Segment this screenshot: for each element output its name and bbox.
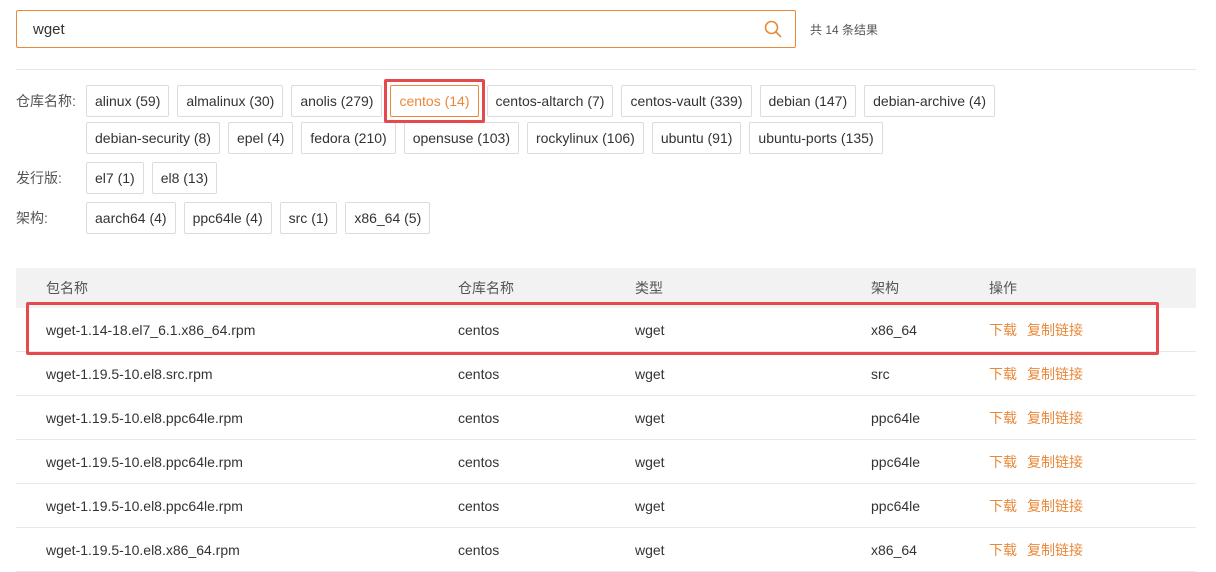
cell-actions: 下载 复制链接 [989, 452, 1196, 472]
download-link[interactable]: 下载 [989, 364, 1017, 384]
cell-arch: x86_64 [871, 541, 917, 558]
copy-link[interactable]: 复制链接 [1027, 320, 1083, 340]
download-link[interactable]: 下载 [989, 452, 1017, 472]
cell-package-name: wget-1.19.5-10.el8.x86_64.rpm [46, 541, 240, 558]
filter-chip-repo[interactable]: debian-archive (4) [864, 85, 995, 117]
arch-chips: aarch64 (4) ppc64le (4) src (1) x86_64 (5) [86, 202, 1086, 234]
filter-chip-repo[interactable]: fedora (210) [301, 122, 396, 154]
cell-actions: 下载 复制链接 [989, 320, 1196, 340]
package-table: 包名称 仓库名称 类型 架构 操作 wget-1.14-18.el7_6.1.x… [16, 268, 1196, 572]
search-input[interactable] [31, 19, 763, 39]
cell-package-name: wget-1.19.5-10.el8.ppc64le.rpm [46, 497, 243, 514]
table-row: wget-1.19.5-10.el8.ppc64le.rpm centos wget… [16, 396, 1196, 440]
filter-chip-repo[interactable]: epel (4) [227, 122, 294, 154]
cell-type: wget [635, 453, 665, 470]
cell-arch: ppc64le [871, 497, 921, 514]
filter-chip-arch[interactable]: x86_64 (5) [345, 202, 431, 234]
download-link[interactable]: 下载 [989, 320, 1017, 340]
cell-actions: 下载 复制链接 [989, 496, 1196, 516]
filter-chip-arch[interactable]: ppc64le (4) [183, 202, 272, 234]
cell-actions: 下载 复制链接 [989, 408, 1196, 428]
filter-label-repo: 仓库名称: [16, 93, 76, 109]
filter-chip-repo[interactable]: anolis (279) [291, 85, 383, 117]
cell-arch: src [871, 365, 890, 382]
filter-chip-repo[interactable]: rockylinux (106) [526, 122, 644, 154]
filter-chip-repo[interactable]: centos-altarch (7) [486, 85, 614, 117]
filter-chip-repo[interactable]: debian-security (8) [86, 122, 220, 154]
search-icon[interactable] [763, 19, 783, 39]
header-repo: 仓库名称 [458, 280, 514, 296]
filter-chip-arch[interactable]: aarch64 (4) [86, 202, 176, 234]
cell-repo: centos [458, 365, 500, 382]
header-type: 类型 [635, 280, 663, 296]
release-chips: el7 (1) el8 (13) [86, 162, 1086, 194]
cell-repo: centos [458, 409, 500, 426]
cell-arch: ppc64le [871, 453, 921, 470]
filter-chip-repo[interactable]: alinux (59) [86, 85, 170, 117]
filter-chip-release[interactable]: el8 (13) [151, 162, 218, 194]
cell-repo: centos [458, 497, 500, 514]
copy-link[interactable]: 复制链接 [1027, 364, 1083, 384]
header-actions: 操作 [989, 280, 1017, 296]
filter-label-arch: 架构: [16, 210, 48, 226]
cell-arch: ppc64le [871, 409, 921, 426]
filter-chip-repo[interactable]: centos (14) [390, 85, 479, 117]
filter-chip-repo[interactable]: centos-vault (339) [621, 85, 752, 117]
divider [16, 69, 1196, 70]
cell-repo: centos [458, 541, 500, 558]
cell-package-name: wget-1.14-18.el7_6.1.x86_64.rpm [46, 321, 256, 338]
filter-chip-repo[interactable]: almalinux (30) [177, 85, 284, 117]
cell-type: wget [635, 541, 665, 558]
cell-actions: 下载 复制链接 [989, 540, 1196, 560]
download-link[interactable]: 下载 [989, 496, 1017, 516]
table-header: 包名称 仓库名称 类型 架构 操作 [16, 268, 1196, 308]
table-row: wget-1.14-18.el7_6.1.x86_64.rpm centos wge… [16, 302, 1196, 355]
cell-type: wget [635, 365, 665, 382]
cell-type: wget [635, 409, 665, 426]
table-row: wget-1.19.5-10.el8.src.rpm centos wget src 下… [16, 352, 1196, 396]
filter-chip-arch[interactable]: src (1) [279, 202, 338, 234]
table-body: wget-1.14-18.el7_6.1.x86_64.rpm centos wge… [16, 302, 1196, 572]
copy-link[interactable]: 复制链接 [1027, 408, 1083, 428]
table-row: wget-1.19.5-10.el8.ppc64le.rpm centos wget… [16, 484, 1196, 528]
cell-arch: x86_64 [871, 321, 917, 338]
copy-link[interactable]: 复制链接 [1027, 496, 1083, 516]
filter-row-arch: 架构: aarch64 (4) ppc64le (4) src (1) x86_64 … [16, 202, 1196, 234]
selected-chip-highlight: centos (14) [384, 79, 485, 123]
search-box[interactable] [16, 10, 796, 48]
filter-chip-repo[interactable]: opensuse (103) [403, 122, 519, 154]
cell-actions: 下载 复制链接 [989, 364, 1196, 384]
cell-repo: centos [458, 321, 500, 338]
filter-label-release: 发行版: [16, 170, 62, 186]
table-row: wget-1.19.5-10.el8.x86_64.rpm centos wget x… [16, 528, 1196, 572]
copy-link[interactable]: 复制链接 [1027, 540, 1083, 560]
filter-chip-release[interactable]: el7 (1) [86, 162, 144, 194]
search-bar: 共 14 条结果 [16, 10, 878, 48]
filter-chip-repo[interactable]: debian (147) [759, 85, 857, 117]
filter-panel: 仓库名称: alinux (59) almalinux (30) anolis (2… [16, 79, 1196, 242]
table-row: wget-1.19.5-10.el8.ppc64le.rpm centos wget… [16, 440, 1196, 484]
cell-package-name: wget-1.19.5-10.el8.ppc64le.rpm [46, 453, 243, 470]
cell-repo: centos [458, 453, 500, 470]
copy-link[interactable]: 复制链接 [1027, 452, 1083, 472]
header-name: 包名称 [46, 280, 88, 296]
cell-type: wget [635, 321, 665, 338]
result-count: 共 14 条结果 [810, 22, 879, 37]
filter-row-repo: 仓库名称: alinux (59) almalinux (30) anolis (2… [16, 79, 1196, 154]
header-arch: 架构 [871, 280, 899, 296]
filter-chip-repo[interactable]: ubuntu-ports (135) [749, 122, 883, 154]
cell-package-name: wget-1.19.5-10.el8.ppc64le.rpm [46, 409, 243, 426]
cell-package-name: wget-1.19.5-10.el8.src.rpm [46, 365, 213, 382]
download-link[interactable]: 下载 [989, 408, 1017, 428]
cell-type: wget [635, 497, 665, 514]
filter-row-release: 发行版: el7 (1) el8 (13) [16, 162, 1196, 194]
filter-chip-repo[interactable]: ubuntu (91) [651, 122, 742, 154]
repo-chips: alinux (59) almalinux (30) anolis (279) cen… [86, 79, 1086, 154]
download-link[interactable]: 下载 [989, 540, 1017, 560]
